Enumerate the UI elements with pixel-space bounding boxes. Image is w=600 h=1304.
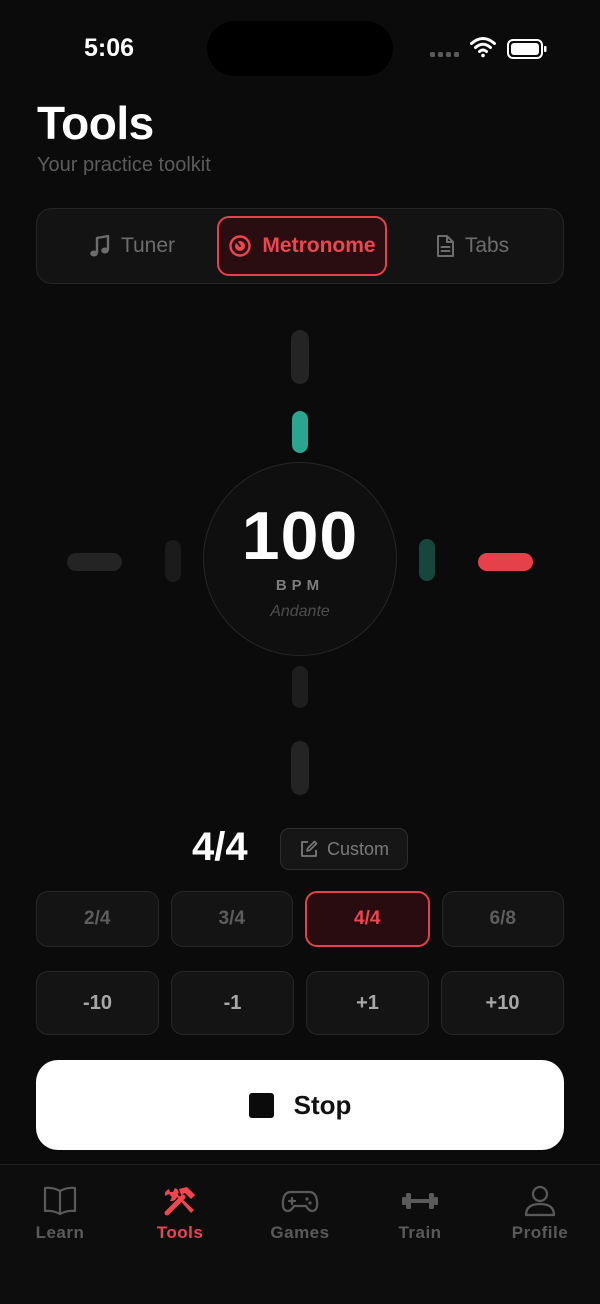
nav-profile-label: Profile	[511, 1223, 569, 1242]
metronome-dial: 100 BPM Andante	[0, 300, 600, 820]
nav-train-label: Train	[398, 1223, 442, 1242]
custom-time-signature-button[interactable]: Custom	[280, 828, 408, 870]
beat-tick	[291, 741, 309, 795]
time-signature-4-4-button[interactable]: 4/4	[305, 891, 430, 947]
time-signature-3-4-button[interactable]: 3/4	[170, 891, 293, 947]
beat-tick	[165, 540, 181, 582]
status-time: 5:06	[84, 34, 135, 62]
metronome-icon	[229, 235, 252, 257]
tab-tabs[interactable]: Tabs	[387, 216, 557, 276]
beat-tick	[67, 553, 122, 571]
bpm-plus-1-button[interactable]: +1	[306, 971, 429, 1035]
dynamic-island	[207, 21, 393, 76]
tools-icon	[164, 1187, 195, 1216]
bpm-minus-1-button[interactable]: -1	[171, 971, 294, 1035]
beat-tick	[291, 330, 309, 384]
nav-profile[interactable]: Profile	[480, 1185, 600, 1243]
battery-icon	[507, 39, 547, 59]
custom-label: Custom	[326, 838, 389, 859]
nav-games-label: Games	[270, 1223, 330, 1242]
nav-learn-label: Learn	[35, 1223, 85, 1242]
stop-button[interactable]: Stop	[36, 1060, 564, 1150]
beat-tick	[419, 539, 435, 581]
document-icon	[436, 235, 454, 257]
nav-tools[interactable]: Tools	[120, 1185, 240, 1243]
beat-tick-active	[292, 411, 308, 453]
nav-learn[interactable]: Learn	[0, 1185, 120, 1243]
edit-icon	[301, 840, 318, 857]
nav-train[interactable]: Train	[360, 1185, 480, 1243]
tab-tabs-label: Tabs	[464, 234, 510, 257]
nav-games[interactable]: Games	[240, 1185, 360, 1243]
music-note-icon	[90, 234, 110, 257]
cellular-signal-icon	[430, 52, 459, 57]
bottom-nav: Learn Tools Games Train Profile	[0, 1164, 600, 1304]
gamepad-icon	[281, 1190, 319, 1213]
beat-tick	[292, 666, 308, 708]
bpm-minus-10-button[interactable]: -10	[36, 971, 159, 1035]
time-signature-6-8-button[interactable]: 6/8	[441, 891, 564, 947]
stop-icon	[248, 1092, 274, 1118]
bpm-adjust-buttons: -10 -1 +1 +10	[36, 971, 564, 1035]
dumbbell-icon	[402, 1193, 438, 1209]
book-icon	[43, 1186, 77, 1216]
tab-tuner-label: Tuner	[120, 234, 176, 257]
status-bar: 5:06	[0, 0, 600, 96]
time-signature-2-4-button[interactable]: 2/4	[36, 891, 159, 947]
tool-tabs: Tuner Metronome Tabs	[36, 208, 564, 284]
bpm-value: 100	[241, 498, 359, 574]
nav-tools-label: Tools	[156, 1223, 204, 1242]
person-icon	[524, 1185, 556, 1217]
bpm-display: 100 BPM Andante	[203, 462, 397, 656]
tab-metronome[interactable]: Metronome	[217, 216, 387, 276]
page-title: Tools	[37, 97, 154, 149]
wifi-icon	[470, 37, 496, 58]
bpm-unit-label: BPM	[275, 577, 325, 594]
bpm-plus-10-button[interactable]: +10	[441, 971, 564, 1035]
tempo-name: Andante	[270, 603, 330, 620]
stop-label: Stop	[293, 1089, 352, 1120]
page-subtitle: Your practice toolkit	[37, 154, 211, 176]
tab-metronome-label: Metronome	[262, 234, 376, 257]
time-signature-options: 2/4 3/4 4/4 6/8	[36, 891, 564, 947]
tab-tuner[interactable]: Tuner	[47, 216, 217, 276]
beat-tick-accent	[478, 553, 533, 571]
current-time-signature: 4/4	[192, 825, 248, 869]
